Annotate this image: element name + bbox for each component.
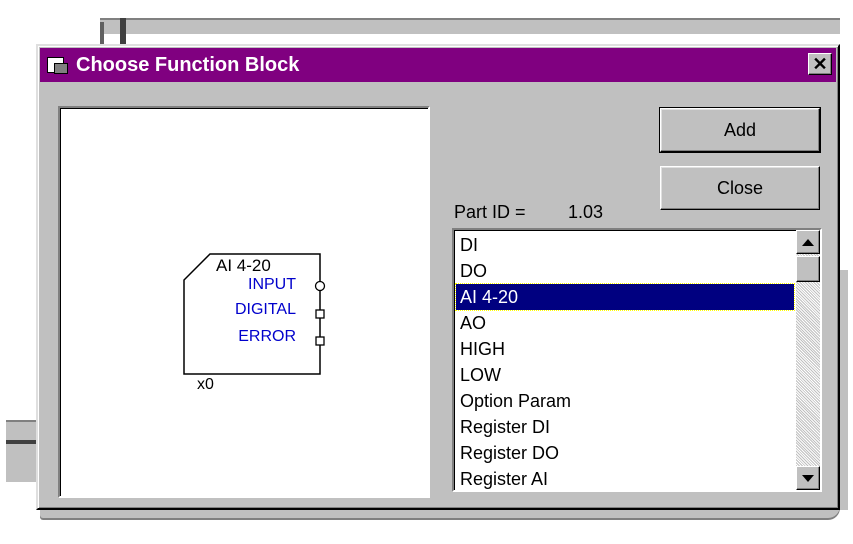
list-item[interactable]: AO: [456, 310, 794, 336]
arrow-up-icon: [802, 238, 814, 246]
input-port-circle: [314, 280, 326, 292]
dialog-title: Choose Function Block: [76, 53, 300, 76]
function-block-list[interactable]: DI DO AI 4-20 AO HIGH LOW Option Param R…: [452, 228, 822, 492]
list-item[interactable]: HIGH: [456, 336, 794, 362]
arrow-down-icon: [802, 474, 814, 482]
part-id-label: Part ID =: [454, 202, 526, 222]
list-item[interactable]: LOW: [456, 362, 794, 388]
list-item[interactable]: Option Param: [456, 388, 794, 414]
function-block-preview: AI 4-20 INPUT DIGITAL ERROR x0: [58, 106, 430, 498]
title-bar[interactable]: Choose Function Block ✕: [40, 48, 836, 82]
instance-label: x0: [197, 376, 214, 393]
background-window-edge: [100, 18, 840, 34]
list-item[interactable]: Register AI: [456, 466, 794, 490]
port-label-digital: DIGITAL: [234, 301, 296, 318]
scroll-down-button[interactable]: [796, 466, 820, 490]
error-port-square: [315, 336, 325, 346]
list-item-selected[interactable]: AI 4-20: [455, 283, 795, 311]
vertical-scrollbar[interactable]: [796, 230, 820, 490]
list-items: DI DO AI 4-20 AO HIGH LOW Option Param R…: [455, 232, 795, 490]
block-title: AI 4-20: [216, 256, 271, 275]
list-item[interactable]: Register DI: [456, 414, 794, 440]
choose-function-block-dialog: Choose Function Block ✕ AI 4-20 INPUT DI…: [36, 44, 840, 510]
scroll-thumb[interactable]: [796, 256, 820, 282]
list-item[interactable]: DO: [456, 258, 794, 284]
close-icon[interactable]: ✕: [808, 53, 832, 75]
list-item[interactable]: Register DO: [456, 440, 794, 466]
close-button[interactable]: Close: [660, 166, 820, 210]
list-item[interactable]: DI: [456, 232, 794, 258]
port-label-error: ERROR: [238, 328, 296, 345]
part-id-value: 1.03: [568, 202, 604, 222]
digital-port-square: [315, 309, 325, 319]
form-window-icon[interactable]: [46, 55, 68, 75]
add-button[interactable]: Add: [659, 107, 821, 153]
scroll-up-button[interactable]: [796, 230, 820, 254]
port-label-input: INPUT: [248, 276, 296, 293]
